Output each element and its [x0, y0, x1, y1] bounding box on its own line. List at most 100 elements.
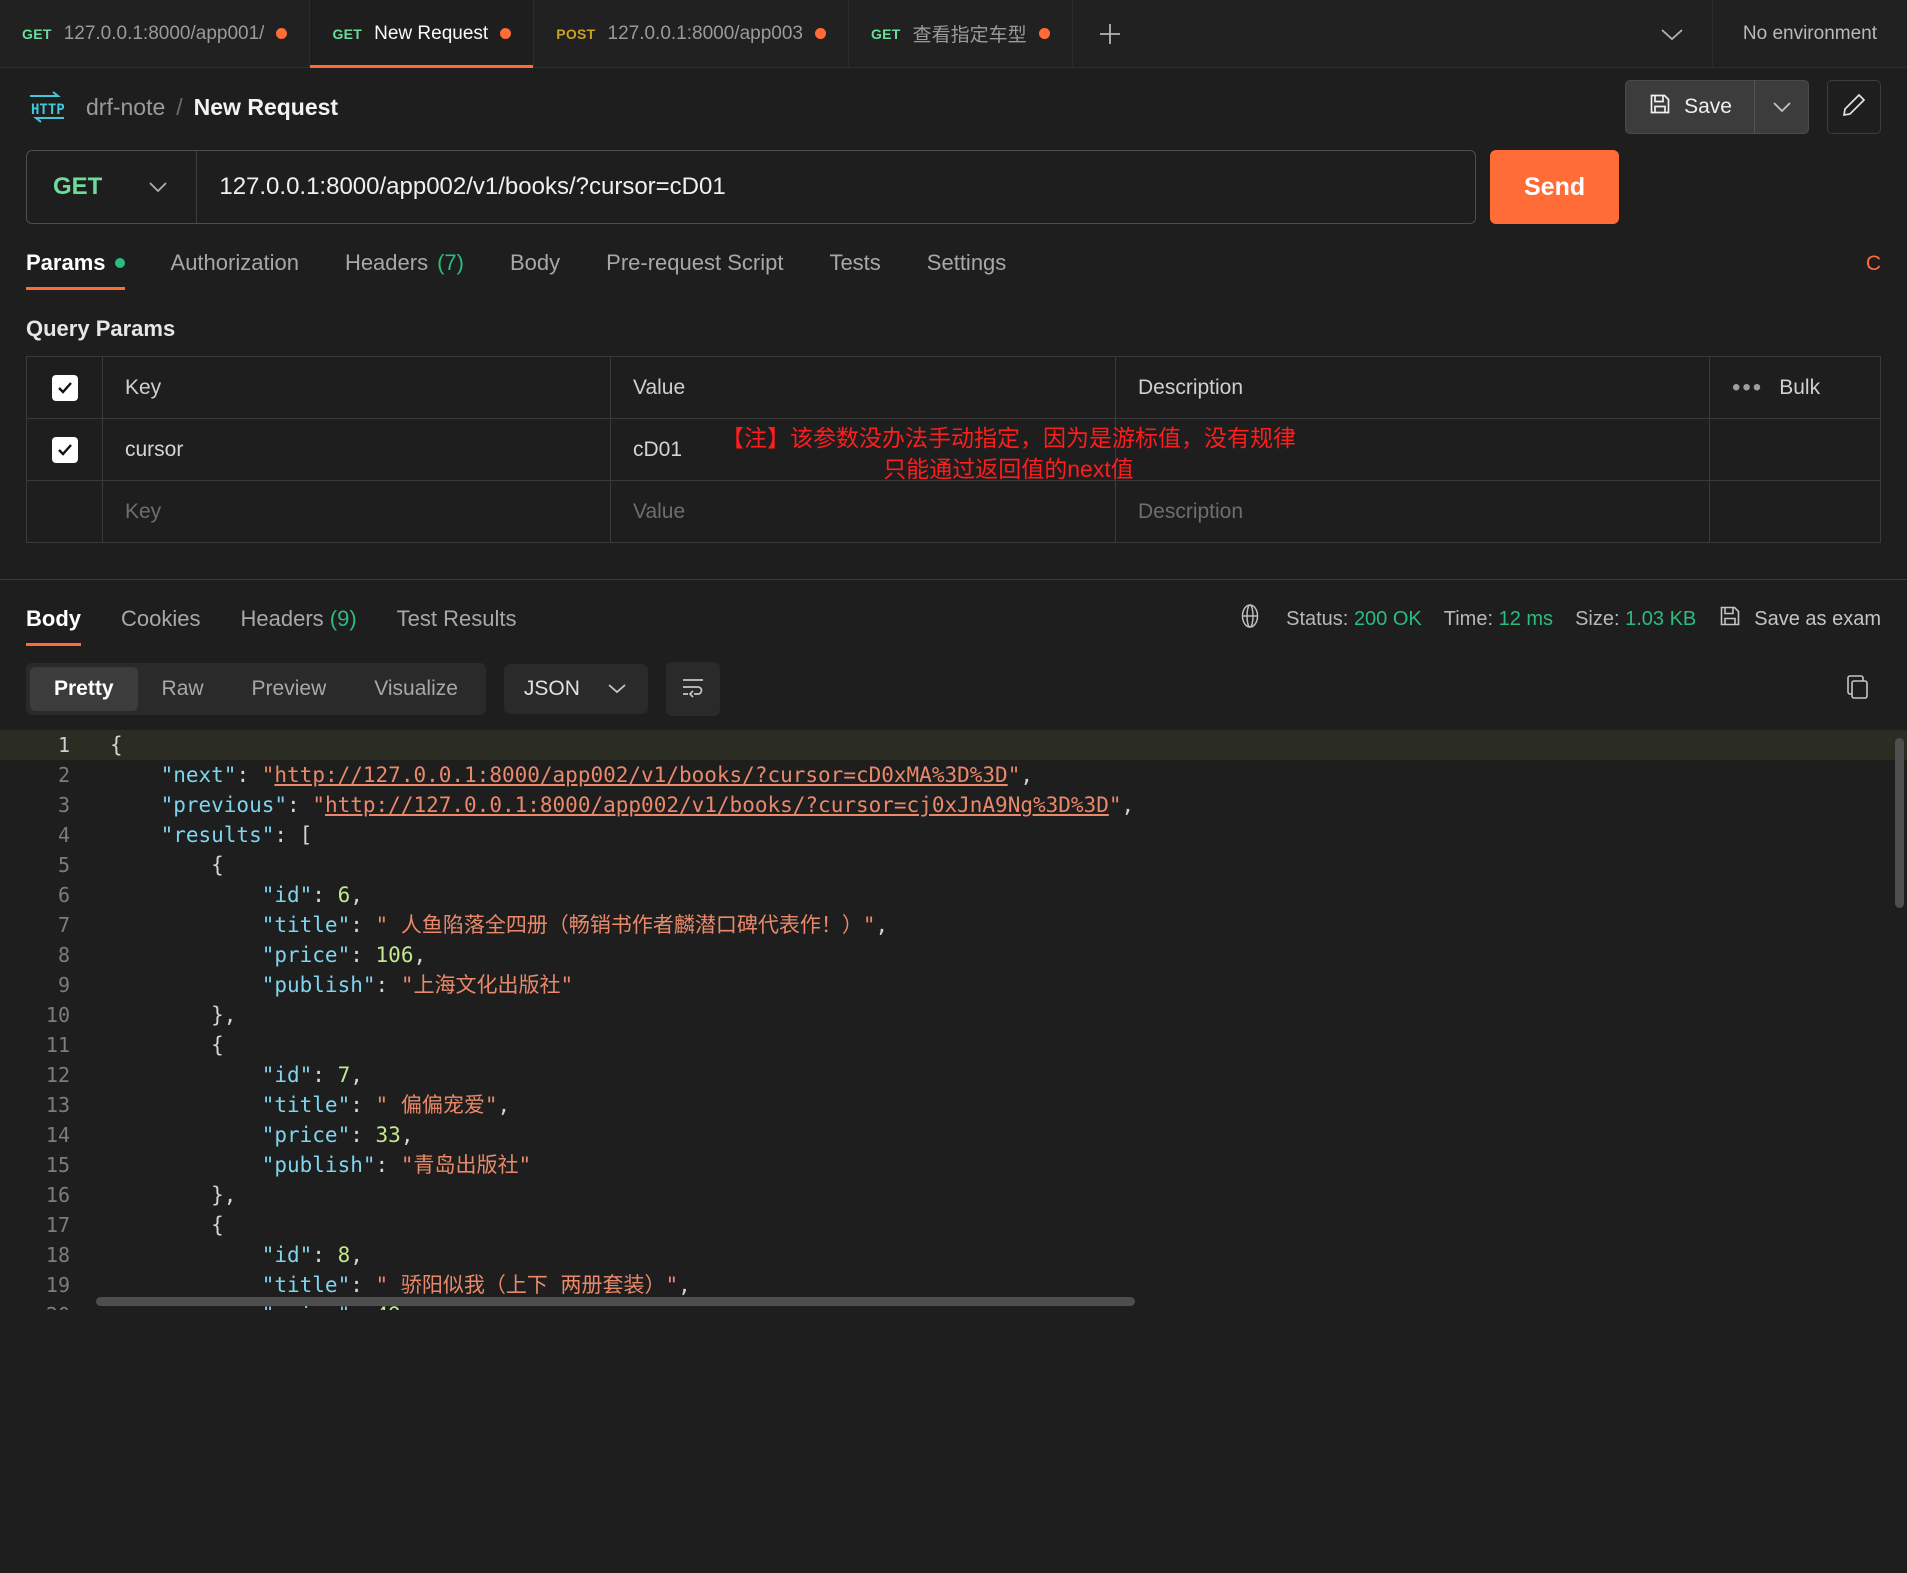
code-token: : — [236, 763, 262, 787]
code-line: 16 }, — [0, 1180, 1907, 1210]
column-header-key: Key — [103, 357, 611, 418]
view-mode-pretty[interactable]: Pretty — [30, 667, 138, 711]
edit-request-button[interactable] — [1827, 80, 1881, 134]
code-token: "publish" — [261, 1153, 376, 1177]
http-method-select[interactable]: GET — [27, 151, 198, 223]
code-token: "id" — [261, 1063, 313, 1087]
request-tab[interactable]: GET 查看指定车型 — [849, 0, 1073, 67]
code-line: 3 "previous": "http://127.0.0.1:8000/app… — [0, 790, 1907, 820]
copy-response-button[interactable] — [1835, 666, 1881, 712]
code-token: " — [312, 793, 325, 817]
response-format-select[interactable]: JSON — [503, 664, 648, 714]
line-number: 8 — [57, 943, 70, 967]
vertical-scrollbar[interactable] — [1895, 738, 1904, 908]
http-icon: HTTP — [26, 89, 68, 125]
line-number: 17 — [45, 1213, 70, 1237]
response-tab-body[interactable]: Body — [26, 606, 81, 646]
table-header-row: Key Value Description ••• Bulk — [27, 357, 1880, 419]
placeholder-value-input[interactable]: Value — [611, 481, 1116, 542]
tab-settings[interactable]: Settings — [927, 250, 1007, 290]
code-line-text: { — [96, 1210, 224, 1240]
code-token: " 人鱼陷落全四册（畅销书作者麟潜口碑代表作！）" — [375, 913, 876, 937]
line-number: 19 — [45, 1273, 70, 1297]
tab-pre-request-script[interactable]: Pre-request Script — [606, 250, 783, 290]
unsaved-changes-dot[interactable] — [276, 28, 288, 39]
request-tab[interactable]: GET 127.0.0.1:8000/app001/ — [0, 0, 311, 67]
tab-overflow-button[interactable] — [1633, 0, 1713, 67]
unsaved-changes-dot[interactable] — [1038, 28, 1050, 39]
bulk-edit-label[interactable]: Bulk — [1779, 376, 1820, 400]
code-link[interactable]: http://127.0.0.1:8000/app002/v1/books/?c… — [325, 793, 1109, 817]
code-link[interactable]: http://127.0.0.1:8000/app002/v1/books/?c… — [274, 763, 1007, 787]
view-mode-raw[interactable]: Raw — [138, 667, 228, 711]
send-button[interactable]: Send — [1490, 150, 1620, 224]
url-input[interactable]: 127.0.0.1:8000/app002/v1/books/?cursor=c… — [197, 151, 1475, 223]
response-tab-headers[interactable]: Headers (9) — [240, 606, 356, 646]
code-token: "price" — [261, 943, 351, 967]
placeholder-key-input[interactable]: Key — [103, 481, 611, 542]
wrap-lines-button[interactable] — [665, 662, 720, 716]
view-mode-visualize[interactable]: Visualize — [350, 667, 482, 711]
line-number: 4 — [57, 823, 70, 847]
code-token: , — [400, 1123, 414, 1147]
floppy-disk-icon — [1648, 92, 1672, 122]
breadcrumb-separator: / — [176, 93, 183, 120]
request-tab[interactable]: GET New Request — [310, 0, 535, 68]
breadcrumb-collection[interactable]: drf-note — [86, 94, 165, 121]
tab-label: Tests — [829, 250, 881, 275]
placeholder-checkbox-cell — [27, 481, 103, 542]
unsaved-changes-dot[interactable] — [814, 28, 826, 39]
tab-headers[interactable]: Headers (7) — [345, 250, 464, 290]
size-value: 1.03 KB — [1625, 607, 1697, 630]
response-tab-cookies[interactable]: Cookies — [121, 606, 200, 646]
param-key-input[interactable]: cursor — [103, 419, 611, 480]
save-options-button[interactable] — [1754, 81, 1808, 133]
tab-params[interactable]: Params — [26, 250, 125, 290]
request-tab-method: POST — [556, 25, 596, 42]
cookies-link[interactable]: C — [1866, 252, 1881, 290]
code-token: , — [875, 913, 889, 937]
code-line: 11 { — [0, 1030, 1907, 1060]
code-line: 18 "id": 8, — [0, 1240, 1907, 1270]
code-line-text: "previous": "http://127.0.0.1:8000/app00… — [96, 790, 1135, 820]
row-checkbox[interactable] — [51, 436, 78, 463]
code-line: 2 "next": "http://127.0.0.1:8000/app002/… — [0, 760, 1907, 790]
view-mode-preview[interactable]: Preview — [228, 667, 351, 711]
response-tab-test-results[interactable]: Test Results — [397, 606, 517, 646]
save-as-example-button[interactable]: Save as exam — [1718, 604, 1881, 634]
response-tab-label: Headers — [240, 606, 324, 631]
request-tab-label: New Request — [374, 22, 489, 44]
environment-selector[interactable]: No environment — [1713, 0, 1907, 67]
select-all-checkbox[interactable] — [51, 374, 78, 401]
tab-tests[interactable]: Tests — [829, 250, 880, 290]
placeholder-description-input[interactable]: Description — [1116, 481, 1710, 542]
save-button[interactable]: Save — [1626, 81, 1754, 133]
code-line-text: "price": 106, — [96, 940, 426, 970]
code-line-text: "id": 7, — [96, 1060, 363, 1090]
new-tab-button[interactable] — [1073, 0, 1147, 67]
tab-body[interactable]: Body — [510, 250, 560, 290]
floppy-disk-icon — [1718, 604, 1742, 634]
code-line-text: "price": 33, — [96, 1120, 414, 1150]
unsaved-changes-dot[interactable] — [500, 28, 512, 39]
code-token: "next" — [160, 763, 237, 787]
horizontal-scrollbar[interactable] — [96, 1297, 1887, 1306]
tab-authorization[interactable]: Authorization — [171, 250, 299, 290]
code-line-text: "id": 8, — [96, 1240, 363, 1270]
line-number: 15 — [45, 1153, 70, 1177]
param-value-input[interactable]: cD01 【注】该参数没办法手动指定，因为是游标值，没有规律 只能通过返回值的n… — [611, 419, 1296, 482]
param-description-input[interactable] — [1116, 419, 1710, 480]
code-line: 6 "id": 6, — [0, 880, 1907, 910]
code-token: , — [1020, 763, 1034, 787]
breadcrumb-request-name[interactable]: New Request — [194, 94, 338, 121]
request-tab-method: GET — [22, 25, 52, 42]
breadcrumb: drf-note / New Request — [86, 94, 338, 121]
response-body-code[interactable]: 1{2 "next": "http://127.0.0.1:8000/app00… — [0, 730, 1907, 1310]
ellipsis-icon[interactable]: ••• — [1732, 374, 1763, 402]
response-format-value: JSON — [523, 677, 580, 700]
code-line: 17 { — [0, 1210, 1907, 1240]
tab-label: Pre-request Script — [606, 250, 784, 275]
request-tab[interactable]: POST 127.0.0.1:8000/app003 — [534, 0, 849, 67]
